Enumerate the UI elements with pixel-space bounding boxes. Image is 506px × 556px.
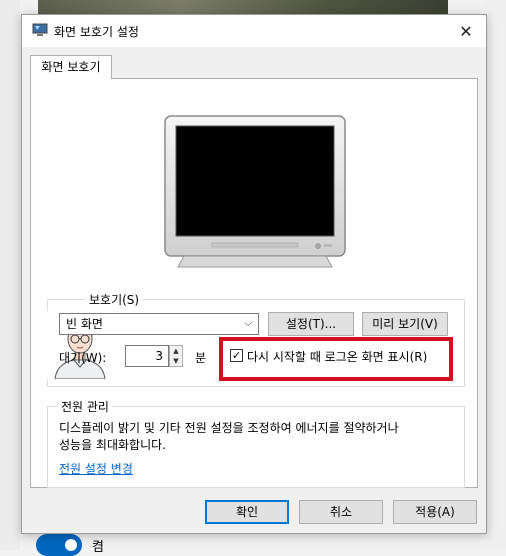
power-description-line1: 디스플레이 밝기 및 기타 전원 설정을 조정하여 에너지를 절약하거나: [59, 421, 399, 435]
screensaver-select[interactable]: 빈 화면 ⌵: [59, 313, 259, 335]
screensaver-selected-value: 빈 화면: [66, 317, 103, 331]
resume-logon-label[interactable]: 다시 시작할 때 로그온 화면 표시(R): [247, 348, 427, 365]
title-bar: 화면 보호기 설정 ✕: [22, 15, 486, 47]
power-group-label: 전원 관리: [58, 398, 112, 415]
background-toggle-switch[interactable]: [36, 534, 82, 556]
ok-button[interactable]: 확인: [205, 500, 289, 524]
spin-up-icon[interactable]: ▲: [170, 346, 182, 356]
screensaver-settings-dialog: 화면 보호기 설정 ✕ 화면 보호기 보호기(S) 빈 화면 ⌵ 설정(T)..…: [21, 14, 487, 534]
apply-button[interactable]: 적용(A): [393, 500, 477, 524]
close-icon[interactable]: ✕: [446, 15, 486, 47]
tab-panel: 보호기(S) 빈 화면 ⌵ 설정(T)... 미리 보기(V) 대기(W): 3…: [30, 78, 478, 488]
window-title: 화면 보호기 설정: [54, 25, 139, 39]
wait-minutes-input[interactable]: 3: [125, 345, 169, 367]
wait-label: 대기(W):: [59, 351, 107, 365]
checkbox-check-icon: ✓: [231, 349, 242, 362]
cancel-button[interactable]: 취소: [299, 500, 383, 524]
power-settings-link[interactable]: 전원 설정 변경: [59, 460, 133, 477]
chevron-down-icon: ⌵: [244, 318, 252, 329]
wait-spin-buttons[interactable]: ▲ ▼: [169, 345, 183, 367]
background-toggle-label: 켬: [92, 540, 104, 555]
screensaver-group-label: 보호기(S): [86, 291, 143, 308]
background-right: [486, 0, 506, 550]
resume-logon-checkbox[interactable]: ✓: [230, 349, 243, 362]
settings-button[interactable]: 설정(T)...: [268, 312, 354, 336]
tab-screensaver[interactable]: 화면 보호기: [30, 55, 112, 79]
preview-button[interactable]: 미리 보기(V): [362, 312, 448, 336]
monitor-icon: [32, 23, 48, 36]
power-description-line2: 성능을 최대화합니다.: [59, 438, 166, 452]
wait-unit-label: 분: [195, 351, 207, 365]
spin-down-icon[interactable]: ▼: [170, 356, 182, 366]
background-left: [0, 0, 20, 550]
monitor-preview: [164, 115, 346, 268]
power-description: 디스플레이 밝기 및 기타 전원 설정을 조정하여 에너지를 절약하거나 성능을…: [59, 420, 399, 454]
